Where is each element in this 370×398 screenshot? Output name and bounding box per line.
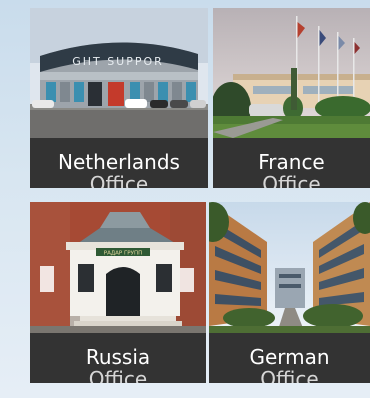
france-office-photo	[213, 8, 370, 138]
russia-office-photo: РАДАР ГРУПП	[30, 202, 206, 333]
offices-grid: { "offices": [ {"name": "Netherlands", "…	[0, 0, 370, 398]
office-name: France	[258, 150, 325, 174]
building-sign-text: РАДАР ГРУПП	[104, 251, 143, 257]
office-name: Netherlands	[58, 150, 180, 174]
office-subtitle: Office	[88, 367, 148, 383]
office-subtitle: Office	[262, 172, 321, 188]
german-office-photo	[209, 202, 370, 333]
office-caption: German Office	[209, 333, 370, 383]
office-caption: Russia Office	[30, 333, 206, 383]
netherlands-office-photo: GHT SUPPOR	[30, 8, 208, 138]
office-caption: France Office	[213, 138, 370, 188]
building-sign-text: GHT SUPPOR	[72, 55, 164, 68]
office-card-france[interactable]: France Office	[213, 8, 370, 188]
office-subtitle: Office	[260, 367, 319, 383]
office-subtitle: Office	[89, 172, 149, 188]
office-card-russia[interactable]: РАДАР ГРУПП Russia Office	[30, 202, 206, 383]
office-card-netherlands[interactable]: GHT SUPPOR Netherlands Office	[30, 8, 208, 188]
office-name: German	[249, 345, 330, 369]
office-caption: Netherlands Office	[30, 138, 208, 188]
office-name: Russia	[85, 345, 151, 369]
office-card-german[interactable]: German Office	[209, 202, 370, 383]
